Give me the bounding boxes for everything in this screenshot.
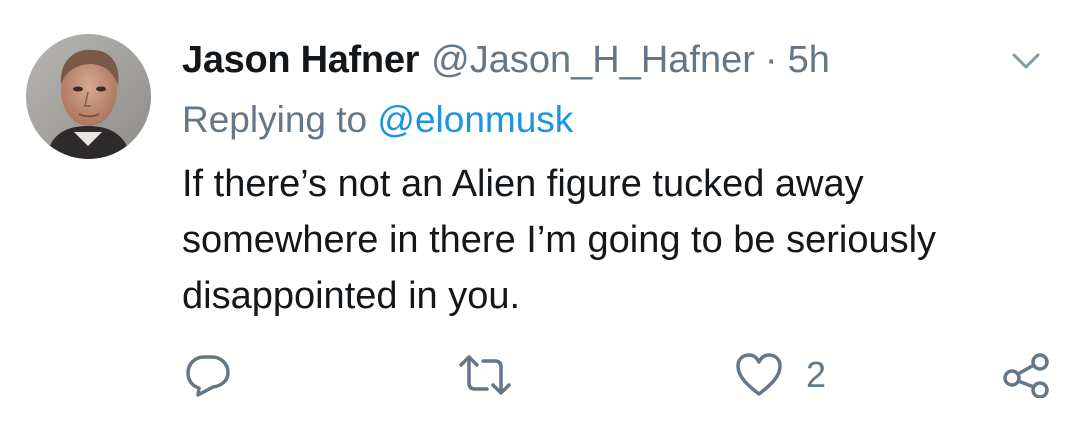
retweet-icon bbox=[459, 355, 511, 395]
retweet-button[interactable] bbox=[455, 345, 515, 405]
chevron-down-icon bbox=[1012, 53, 1040, 69]
avatar-photo bbox=[26, 34, 151, 159]
action-bar: 2 bbox=[0, 345, 1080, 405]
mention-link[interactable]: @elonmusk bbox=[377, 99, 573, 140]
like-count: 2 bbox=[806, 354, 827, 395]
tweet-text: If there’s not an Alien figure tucked aw… bbox=[182, 156, 1042, 324]
tweet-text-line: If there’s not an Alien figure tucked aw… bbox=[182, 163, 864, 205]
user-handle[interactable]: @Jason_H_Hafner bbox=[431, 36, 755, 84]
like-button[interactable]: 2 bbox=[734, 345, 826, 405]
tweet: Jason Hafner @Jason_H_Hafner · 5h Replyi… bbox=[0, 0, 1080, 443]
tweet-text-line: disappointed in you. bbox=[182, 275, 521, 317]
heart-icon bbox=[736, 353, 782, 396]
reply-button[interactable] bbox=[184, 345, 232, 405]
share-button[interactable] bbox=[1002, 345, 1052, 405]
separator-dot: · bbox=[764, 39, 778, 81]
display-name[interactable]: Jason Hafner bbox=[182, 36, 419, 84]
avatar[interactable] bbox=[26, 34, 151, 159]
replying-to-label: Replying to bbox=[182, 99, 378, 140]
timestamp[interactable]: 5h bbox=[788, 36, 830, 84]
tweet-header: Jason Hafner @Jason_H_Hafner · 5h bbox=[182, 36, 830, 84]
more-options-button[interactable] bbox=[1008, 46, 1044, 76]
tweet-text-line: somewhere in there I’m going to be serio… bbox=[182, 219, 937, 261]
share-icon bbox=[1003, 353, 1049, 398]
replying-to: Replying to @elonmusk bbox=[182, 96, 573, 144]
reply-icon bbox=[186, 355, 230, 397]
